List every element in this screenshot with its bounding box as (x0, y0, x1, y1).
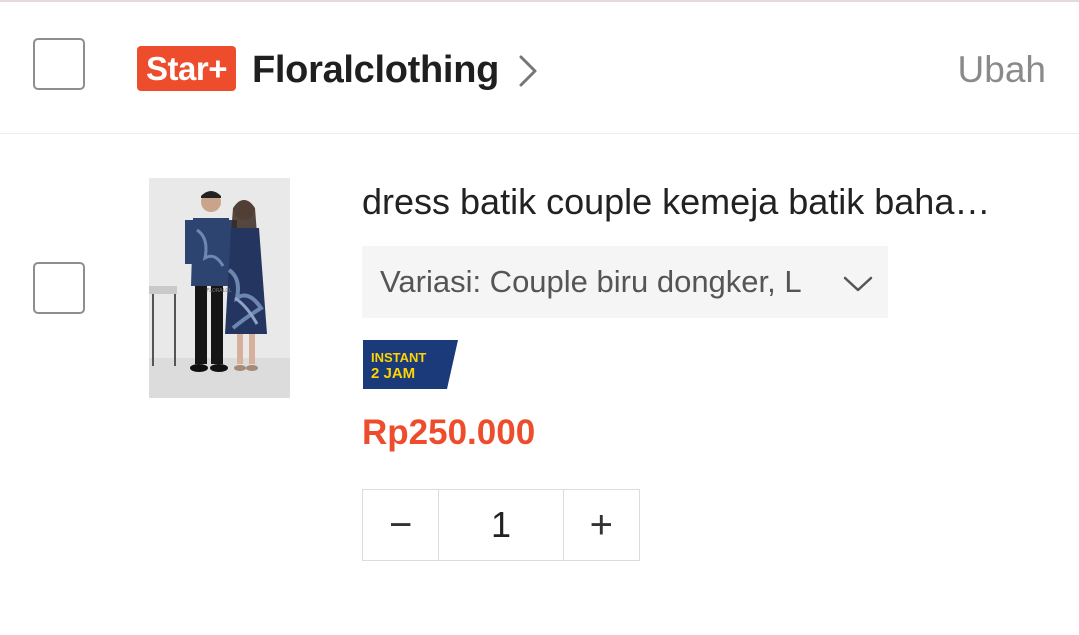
instant-delivery-badge: INSTANT 2 JAM (363, 340, 458, 389)
product-photo: FLORALCL (149, 178, 290, 398)
shop-select-checkbox[interactable] (33, 38, 85, 90)
product-price: Rp250.000 (362, 413, 536, 452)
quantity-stepper: − 1 + (362, 489, 640, 561)
product-select-checkbox[interactable] (33, 262, 85, 314)
star-plus-badge: Star+ (137, 46, 236, 91)
instant-badge-line2: 2 JAM (371, 365, 415, 382)
quantity-field[interactable]: 1 (438, 490, 564, 560)
product-title[interactable]: dress batik couple kemeja batik baha… (362, 178, 1052, 226)
chevron-down-icon (843, 276, 873, 292)
product-image[interactable]: FLORALCL (149, 178, 290, 398)
edit-button[interactable]: Ubah (958, 46, 1046, 94)
chevron-right-icon[interactable] (512, 54, 542, 88)
image-watermark: FLORALCL (206, 288, 231, 294)
variant-label: Variasi: Couple biru dongker, L (380, 264, 802, 299)
instant-badge-line1: INSTANT (371, 350, 426, 365)
increment-button[interactable]: + (564, 490, 639, 560)
decrement-button[interactable]: − (363, 490, 438, 560)
shop-header: Star+ Floralclothing Ubah (0, 2, 1079, 134)
shop-name-link[interactable]: Floralclothing (252, 46, 499, 94)
variant-dropdown[interactable]: Variasi: Couple biru dongker, L (362, 246, 888, 318)
